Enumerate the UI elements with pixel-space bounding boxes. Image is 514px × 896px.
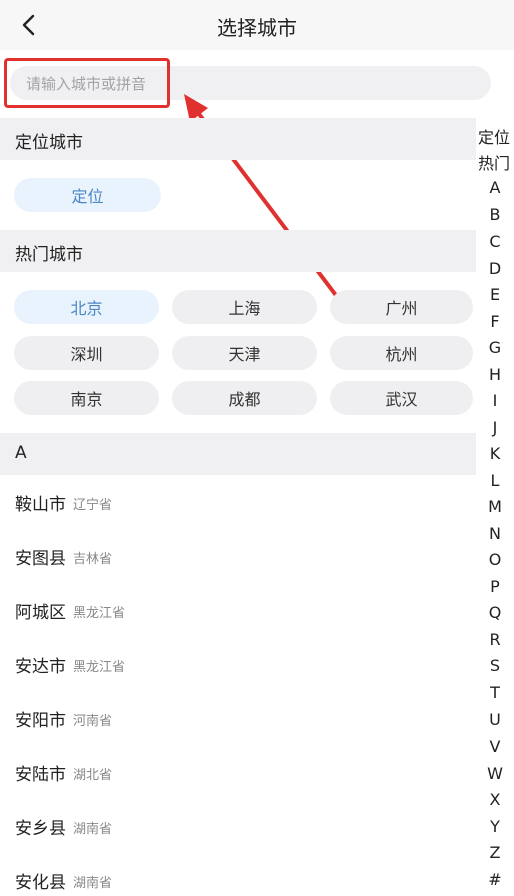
hot-city-chip[interactable]: 北京 [14, 290, 159, 324]
hot-city-chip[interactable]: 南京 [14, 381, 159, 415]
city-province: 吉林省 [73, 552, 113, 567]
city-list-item[interactable]: 鞍山市 辽宁省 [0, 476, 476, 530]
city-list-item[interactable]: 安化县 湖南省 [0, 854, 476, 896]
city-province: 黑龙江省 [73, 606, 126, 621]
index-item-t[interactable]: T [476, 683, 514, 702]
index-item-f[interactable]: F [476, 312, 514, 331]
hot-city-chip[interactable]: 武汉 [330, 381, 473, 415]
index-item-u[interactable]: U [476, 710, 514, 729]
index-item-q[interactable]: Q [476, 603, 514, 622]
index-item-v[interactable]: V [476, 737, 514, 756]
hot-city-chip[interactable]: 上海 [172, 290, 317, 324]
city-province: 辽宁省 [73, 498, 113, 513]
hot-city-chip[interactable]: 深圳 [14, 336, 159, 370]
city-name: 安乡县 [15, 819, 66, 839]
locate-button[interactable]: 定位 [14, 178, 161, 212]
hot-city-chip[interactable]: 天津 [172, 336, 317, 370]
index-item-c[interactable]: C [476, 232, 514, 251]
city-province: 湖北省 [73, 768, 113, 783]
index-item-l[interactable]: L [476, 471, 514, 490]
section-header-located: 定位城市 [0, 118, 476, 160]
index-item-d[interactable]: D [476, 259, 514, 278]
city-name: 阿城区 [15, 603, 66, 623]
section-title-letter-a: A [15, 443, 27, 463]
city-list-item[interactable]: 安陆市 湖北省 [0, 746, 476, 800]
city-province: 河南省 [73, 714, 113, 729]
index-item-r[interactable]: R [476, 630, 514, 649]
city-list-item[interactable]: 阿城区 黑龙江省 [0, 584, 476, 638]
index-item-h[interactable]: H [476, 365, 514, 384]
index-item-i[interactable]: I [476, 391, 514, 410]
index-item-k[interactable]: K [476, 444, 514, 463]
index-item-s[interactable]: S [476, 656, 514, 675]
hot-city-chip[interactable]: 成都 [172, 381, 317, 415]
index-item-x[interactable]: X [476, 790, 514, 809]
city-name: 安图县 [15, 549, 66, 569]
index-item-e[interactable]: E [476, 285, 514, 304]
city-name: 鞍山市 [15, 495, 66, 515]
city-name: 安达市 [15, 657, 66, 677]
hot-city-chip[interactable]: 杭州 [330, 336, 473, 370]
index-item-o[interactable]: O [476, 550, 514, 569]
index-item-p[interactable]: P [476, 577, 514, 596]
section-title-hot: 热门城市 [15, 245, 83, 265]
section-header-letter-a: A [0, 433, 476, 475]
header-bar: 选择城市 [0, 0, 514, 50]
index-item-z[interactable]: Z [476, 843, 514, 862]
index-item-hot[interactable]: 热门 [478, 150, 514, 174]
city-province: 黑龙江省 [73, 660, 126, 675]
city-name: 安阳市 [15, 711, 66, 731]
city-province: 湖南省 [73, 876, 113, 891]
index-item-j[interactable]: J [476, 418, 514, 437]
city-list-item[interactable]: 安阳市 河南省 [0, 692, 476, 746]
section-header-hot: 热门城市 [0, 230, 476, 272]
hot-city-chip[interactable]: 广州 [330, 290, 473, 324]
city-list-item[interactable]: 安乡县 湖南省 [0, 800, 476, 854]
section-title-located: 定位城市 [15, 133, 83, 153]
index-item-located[interactable]: 定位 [478, 124, 514, 148]
index-item-n[interactable]: N [476, 524, 514, 543]
index-item-y[interactable]: Y [476, 817, 514, 836]
index-item-m[interactable]: M [476, 497, 514, 516]
page-title: 选择城市 [217, 16, 297, 40]
index-item-hash[interactable]: # [476, 870, 514, 889]
index-item-g[interactable]: G [476, 338, 514, 357]
index-item-b[interactable]: B [476, 205, 514, 224]
city-name: 安化县 [15, 873, 66, 893]
alphabet-index-bar[interactable]: 定位 热门 A B C D E F G H I J K L M N O P Q … [476, 120, 514, 896]
index-item-w[interactable]: W [476, 764, 514, 783]
city-list-item[interactable]: 安达市 黑龙江省 [0, 638, 476, 692]
index-item-a[interactable]: A [476, 178, 514, 197]
city-list-item[interactable]: 安图县 吉林省 [0, 530, 476, 584]
annotation-highlight-box [4, 58, 170, 108]
city-province: 湖南省 [73, 822, 113, 837]
city-name: 安陆市 [15, 765, 66, 785]
